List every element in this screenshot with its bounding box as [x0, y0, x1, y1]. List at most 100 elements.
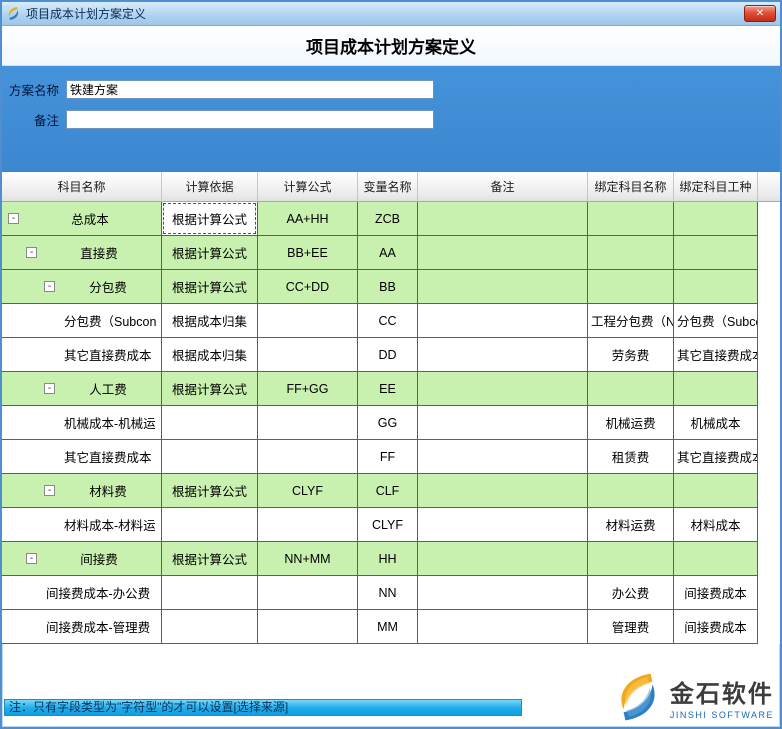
formula-cell[interactable] — [258, 576, 358, 610]
subject-cell[interactable]: - 总成本 — [2, 202, 162, 236]
table-row[interactable]: 材料成本-材料运 CLYF 材料运费 材料成本 — [2, 508, 780, 542]
col-header-bound-name[interactable]: 绑定科目名称 — [588, 172, 674, 202]
remark-cell[interactable] — [418, 542, 588, 576]
variable-cell[interactable]: EE — [358, 372, 418, 406]
scheme-name-input[interactable] — [66, 79, 434, 99]
basis-cell[interactable] — [162, 406, 258, 440]
collapse-icon[interactable]: - — [44, 383, 55, 394]
subject-cell[interactable]: - 直接费 — [2, 236, 162, 270]
collapse-icon[interactable]: - — [26, 553, 37, 564]
variable-cell[interactable]: FF — [358, 440, 418, 474]
formula-cell[interactable]: CLYF — [258, 474, 358, 508]
bound-type-cell[interactable]: 机械成本 — [674, 406, 758, 440]
table-row[interactable]: - 直接费 根据计算公式 BB+EE AA — [2, 236, 780, 270]
bound-name-cell[interactable] — [588, 202, 674, 236]
bound-type-cell[interactable] — [674, 372, 758, 406]
subject-cell[interactable]: - 分包费 — [2, 270, 162, 304]
variable-cell[interactable]: NN — [358, 576, 418, 610]
bound-name-cell[interactable] — [588, 236, 674, 270]
subject-cell[interactable]: - 间接费 — [2, 542, 162, 576]
bound-type-cell[interactable]: 间接费成本 — [674, 610, 758, 644]
bound-type-cell[interactable] — [674, 202, 758, 236]
basis-cell[interactable]: 根据计算公式 — [162, 372, 258, 406]
table-row[interactable]: 间接费成本-办公费 NN 办公费 间接费成本 — [2, 576, 780, 610]
col-header-remark[interactable]: 备注 — [418, 172, 588, 202]
close-button[interactable]: ✕ — [744, 5, 776, 22]
basis-cell[interactable] — [162, 440, 258, 474]
table-row[interactable]: 间接费成本-管理费 MM 管理费 间接费成本 — [2, 610, 780, 644]
basis-cell[interactable] — [162, 508, 258, 542]
variable-cell[interactable]: DD — [358, 338, 418, 372]
col-header-bound-type[interactable]: 绑定科目工种 — [674, 172, 758, 202]
basis-cell[interactable]: 根据成本归集 — [162, 304, 258, 338]
remark-cell[interactable] — [418, 508, 588, 542]
remark-cell[interactable] — [418, 576, 588, 610]
bound-type-cell[interactable]: 其它直接费成本 — [674, 440, 758, 474]
bound-type-cell[interactable] — [674, 270, 758, 304]
collapse-icon[interactable]: - — [26, 247, 37, 258]
bound-name-cell[interactable]: 办公费 — [588, 576, 674, 610]
bound-type-cell[interactable]: 分包费（Subco — [674, 304, 758, 338]
bound-type-cell[interactable] — [674, 474, 758, 508]
bound-name-cell[interactable]: 机械运费 — [588, 406, 674, 440]
table-row[interactable]: - 分包费 根据计算公式 CC+DD BB — [2, 270, 780, 304]
variable-cell[interactable]: HH — [358, 542, 418, 576]
basis-cell[interactable]: 根据计算公式 — [162, 474, 258, 508]
remark-cell[interactable] — [418, 338, 588, 372]
basis-cell[interactable]: 根据成本归集 — [162, 338, 258, 372]
remark-cell[interactable] — [418, 610, 588, 644]
remark-cell[interactable] — [418, 474, 588, 508]
remark-cell[interactable] — [418, 372, 588, 406]
formula-cell[interactable] — [258, 610, 358, 644]
basis-cell[interactable]: 根据计算公式 — [162, 270, 258, 304]
col-header-basis[interactable]: 计算依据 — [162, 172, 258, 202]
col-header-formula[interactable]: 计算公式 — [258, 172, 358, 202]
formula-cell[interactable] — [258, 508, 358, 542]
basis-cell[interactable] — [162, 576, 258, 610]
subject-cell[interactable]: 材料成本-材料运 — [2, 508, 162, 542]
remark-cell[interactable] — [418, 406, 588, 440]
remark-input[interactable] — [66, 109, 434, 129]
subject-cell[interactable]: 分包费（Subcon — [2, 304, 162, 338]
bound-type-cell[interactable] — [674, 236, 758, 270]
bound-name-cell[interactable]: 租赁费 — [588, 440, 674, 474]
table-row[interactable]: - 材料费 根据计算公式 CLYF CLF — [2, 474, 780, 508]
bound-name-cell[interactable] — [588, 474, 674, 508]
title-bar[interactable]: 项目成本计划方案定义 ✕ — [2, 2, 780, 26]
formula-cell[interactable]: FF+GG — [258, 372, 358, 406]
formula-cell[interactable] — [258, 304, 358, 338]
table-row[interactable]: - 总成本 根据计算公式 AA+HH ZCB — [2, 202, 780, 236]
bound-type-cell[interactable]: 其它直接费成本 — [674, 338, 758, 372]
bound-name-cell[interactable] — [588, 542, 674, 576]
formula-cell[interactable] — [258, 406, 358, 440]
variable-cell[interactable]: AA — [358, 236, 418, 270]
table-row[interactable]: - 间接费 根据计算公式 NN+MM HH — [2, 542, 780, 576]
formula-cell[interactable]: BB+EE — [258, 236, 358, 270]
table-row[interactable]: - 人工费 根据计算公式 FF+GG EE — [2, 372, 780, 406]
variable-cell[interactable]: CC — [358, 304, 418, 338]
formula-cell[interactable]: NN+MM — [258, 542, 358, 576]
subject-cell[interactable]: 间接费成本-办公费 — [2, 576, 162, 610]
table-row[interactable]: 机械成本-机械运 GG 机械运费 机械成本 — [2, 406, 780, 440]
basis-cell[interactable]: 根据计算公式 — [162, 202, 258, 236]
formula-cell[interactable] — [258, 440, 358, 474]
remark-cell[interactable] — [418, 202, 588, 236]
table-row[interactable]: 其它直接费成本 根据成本归集 DD 劳务费 其它直接费成本 — [2, 338, 780, 372]
remark-cell[interactable] — [418, 440, 588, 474]
variable-cell[interactable]: CLYF — [358, 508, 418, 542]
variable-cell[interactable]: ZCB — [358, 202, 418, 236]
basis-cell[interactable]: 根据计算公式 — [162, 542, 258, 576]
subject-cell[interactable]: 其它直接费成本 — [2, 338, 162, 372]
collapse-icon[interactable]: - — [44, 281, 55, 292]
basis-cell[interactable]: 根据计算公式 — [162, 236, 258, 270]
collapse-icon[interactable]: - — [8, 213, 19, 224]
remark-cell[interactable] — [418, 304, 588, 338]
formula-cell[interactable]: AA+HH — [258, 202, 358, 236]
bound-name-cell[interactable]: 工程分包费（No: — [588, 304, 674, 338]
basis-cell[interactable] — [162, 610, 258, 644]
bound-name-cell[interactable] — [588, 372, 674, 406]
variable-cell[interactable]: GG — [358, 406, 418, 440]
remark-cell[interactable] — [418, 236, 588, 270]
formula-cell[interactable] — [258, 338, 358, 372]
col-header-subject[interactable]: 科目名称 — [2, 172, 162, 202]
